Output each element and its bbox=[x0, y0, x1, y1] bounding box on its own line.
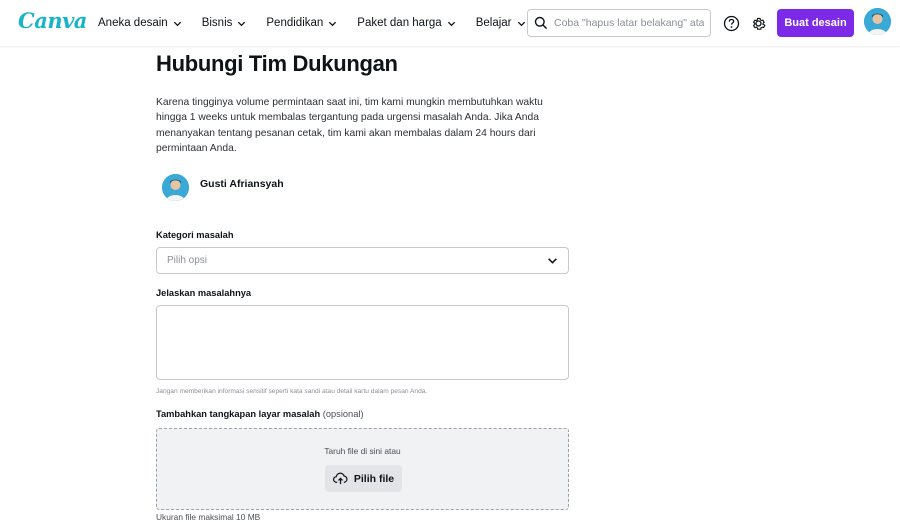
main-nav: Aneka desain Bisnis Pendidikan Paket dan… bbox=[98, 0, 546, 46]
nav-aneka-desain[interactable]: Aneka desain bbox=[98, 17, 182, 29]
user-info: Gusti Afriansyah bbox=[162, 174, 284, 201]
chevron-down-icon bbox=[447, 21, 455, 26]
chevron-down-icon bbox=[548, 258, 557, 264]
avatar-icon bbox=[162, 174, 189, 201]
canva-logo[interactable]: Canva bbox=[18, 8, 87, 33]
help-icon bbox=[723, 15, 739, 31]
search-icon bbox=[534, 16, 548, 30]
category-label: Kategori masalah bbox=[156, 230, 234, 240]
avatar bbox=[162, 174, 189, 201]
intro-text: Karena tingginya volume permintaan saat … bbox=[156, 97, 543, 155]
nav-paket-dan-harga[interactable]: Paket dan harga bbox=[357, 17, 455, 29]
describe-label: Jelaskan masalahnya bbox=[156, 288, 252, 298]
user-name: Gusti Afriansyah bbox=[200, 178, 284, 190]
nav-label: Aneka desain bbox=[98, 17, 168, 29]
chevron-down-icon bbox=[329, 21, 337, 26]
chevron-down-icon bbox=[173, 21, 181, 26]
nav-label: Belajar bbox=[475, 17, 512, 29]
category-select[interactable]: Pilih opsi bbox=[156, 247, 569, 274]
user-avatar[interactable] bbox=[864, 8, 891, 35]
nav-belajar[interactable]: Belajar bbox=[476, 17, 526, 29]
search-input[interactable] bbox=[554, 17, 704, 29]
nav-label: Paket dan harga bbox=[357, 17, 442, 29]
chevron-down-icon bbox=[238, 21, 246, 26]
choose-file-label: Pilih file bbox=[353, 472, 395, 485]
category-placeholder: Pilih opsi bbox=[167, 255, 208, 266]
optional-text: (opsional) bbox=[322, 409, 364, 419]
help-button[interactable] bbox=[720, 12, 742, 34]
avatar-icon bbox=[864, 8, 891, 35]
screenshot-label-text: Tambahkan tangkapan layar masalah bbox=[156, 409, 321, 419]
nav-label: Bisnis bbox=[201, 17, 233, 29]
upload-cloud-icon bbox=[332, 472, 348, 485]
screenshot-label: Tambahkan tangkapan layar masalah (opsio… bbox=[156, 409, 364, 419]
search-box[interactable] bbox=[527, 9, 711, 37]
top-navbar: Canva Aneka desain Bisnis Pendidikan Pak… bbox=[0, 0, 900, 46]
gear-icon bbox=[752, 17, 765, 30]
nav-label: Pendidikan bbox=[266, 17, 324, 29]
settings-button[interactable] bbox=[747, 12, 769, 34]
create-design-button[interactable]: Buat desain bbox=[777, 9, 854, 37]
file-dropzone[interactable]: Taruh file di sini atau Pilih file bbox=[156, 428, 569, 510]
drop-text: Taruh file di sini atau bbox=[324, 446, 401, 456]
choose-file-button[interactable]: Pilih file bbox=[325, 465, 402, 492]
nav-bisnis[interactable]: Bisnis bbox=[202, 17, 247, 29]
page-title: Hubungi Tim Dukungan bbox=[156, 51, 398, 76]
max-size-text: Ukuran file maksimal 10 MB bbox=[156, 512, 261, 522]
nav-pendidikan[interactable]: Pendidikan bbox=[266, 17, 337, 29]
chevron-down-icon bbox=[517, 21, 525, 26]
describe-hint: Jangan memberikan informasi sensitif sep… bbox=[156, 388, 428, 395]
describe-textarea[interactable] bbox=[156, 305, 569, 380]
